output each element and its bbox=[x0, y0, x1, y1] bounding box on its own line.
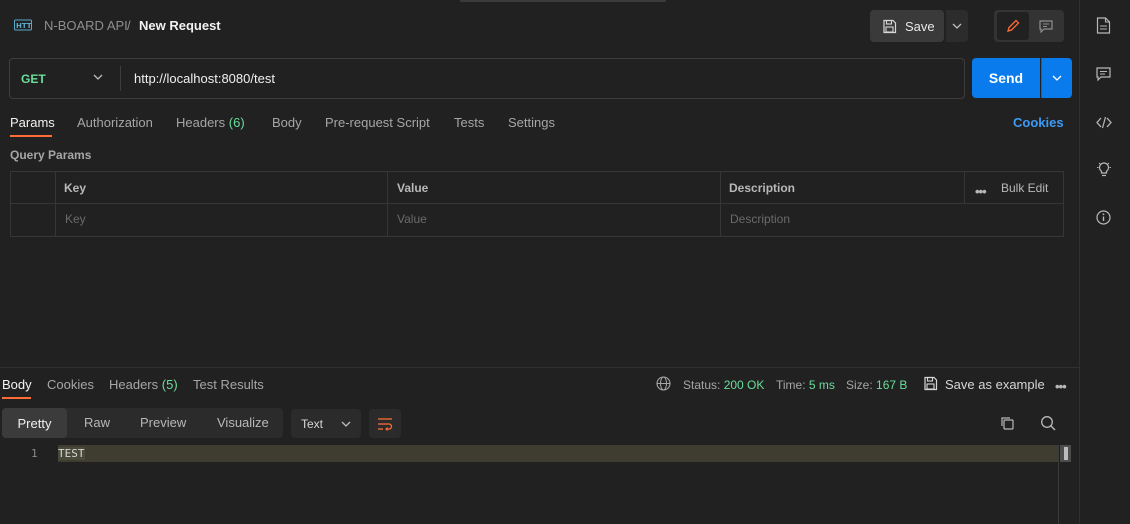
table-column-divider bbox=[55, 171, 56, 237]
size-info[interactable]: Size: 167 B bbox=[846, 378, 907, 392]
headers-count: (6) bbox=[228, 115, 245, 130]
size-label: Size: bbox=[846, 378, 873, 392]
breadcrumb-collection[interactable]: N-BOARD API bbox=[44, 18, 128, 33]
size-value: 167 B bbox=[876, 378, 908, 392]
time-value: 5 ms bbox=[808, 378, 835, 392]
view-raw-button[interactable]: Raw bbox=[84, 415, 110, 430]
breadcrumb-separator: / bbox=[127, 18, 131, 33]
wrap-lines-button[interactable] bbox=[369, 409, 401, 438]
chevron-down-icon[interactable] bbox=[93, 74, 103, 80]
comments-icon[interactable] bbox=[1096, 67, 1111, 81]
copy-icon[interactable] bbox=[1000, 416, 1015, 431]
response-body-text: TEST bbox=[58, 447, 85, 460]
comment-mode-button[interactable] bbox=[1030, 12, 1062, 40]
time-info[interactable]: Time: 5 ms bbox=[776, 378, 835, 392]
more-options-icon[interactable]: ••• bbox=[975, 184, 987, 199]
tab-pre-request-script[interactable]: Pre-request Script bbox=[325, 115, 430, 130]
line-number: 1 bbox=[31, 447, 38, 460]
documentation-icon[interactable] bbox=[1096, 17, 1111, 34]
save-icon bbox=[923, 376, 938, 391]
status-value: 200 OK bbox=[723, 378, 765, 392]
http-icon: HTTP bbox=[14, 17, 32, 33]
save-label: Save bbox=[905, 18, 935, 34]
code-snippet-icon[interactable] bbox=[1096, 116, 1112, 129]
send-button[interactable]: Send bbox=[972, 58, 1040, 98]
column-header-description: Description bbox=[729, 181, 796, 195]
tab-authorization[interactable]: Authorization bbox=[77, 115, 153, 130]
response-tab-headers-label: Headers bbox=[109, 377, 159, 392]
tab-headers-label: Headers bbox=[176, 115, 226, 130]
response-tab-cookies[interactable]: Cookies bbox=[47, 377, 94, 392]
chevron-down-icon bbox=[952, 23, 962, 29]
bulk-edit-button[interactable]: Bulk Edit bbox=[1001, 181, 1048, 195]
window-top-edge bbox=[460, 0, 666, 2]
query-params-heading: Query Params bbox=[10, 148, 92, 162]
pencil-icon bbox=[1007, 19, 1020, 32]
format-label: Text bbox=[301, 416, 324, 431]
search-icon[interactable] bbox=[1040, 415, 1056, 431]
response-divider[interactable] bbox=[0, 367, 1079, 368]
editor-scroll-track[interactable] bbox=[1058, 445, 1059, 524]
time-label: Time: bbox=[776, 378, 806, 392]
view-visualize-button[interactable]: Visualize bbox=[217, 415, 269, 430]
more-options-icon[interactable]: ••• bbox=[1055, 379, 1067, 394]
value-input[interactable]: Value bbox=[397, 212, 427, 226]
response-body-line[interactable]: TEST bbox=[58, 447, 85, 460]
params-table bbox=[10, 171, 1064, 237]
view-preview-button[interactable]: Preview bbox=[140, 415, 186, 430]
svg-text:HTTP: HTTP bbox=[16, 22, 32, 30]
active-tab-indicator bbox=[2, 397, 31, 399]
status-label: Status: bbox=[683, 378, 721, 392]
column-header-value: Value bbox=[397, 181, 429, 195]
response-tab-headers[interactable]: Headers (5) bbox=[109, 377, 178, 392]
edit-mode-button[interactable] bbox=[997, 12, 1029, 40]
comment-icon bbox=[1039, 19, 1053, 33]
table-column-divider bbox=[720, 171, 721, 237]
save-button[interactable]: Save bbox=[870, 10, 944, 42]
save-icon bbox=[882, 19, 897, 34]
response-tab-test-results[interactable]: Test Results bbox=[193, 377, 264, 392]
format-select[interactable]: Text bbox=[291, 409, 361, 438]
column-header-key: Key bbox=[64, 181, 87, 195]
save-as-example-button[interactable]: Save as example bbox=[945, 377, 1045, 392]
url-divider bbox=[120, 66, 121, 91]
request-title[interactable]: New Request bbox=[139, 18, 221, 33]
active-tab-indicator bbox=[10, 135, 52, 137]
tab-body[interactable]: Body bbox=[272, 115, 302, 130]
method-select[interactable]: GET bbox=[21, 72, 46, 86]
cookies-link[interactable]: Cookies bbox=[1013, 115, 1064, 130]
chevron-down-icon bbox=[1052, 75, 1062, 81]
save-options-button[interactable] bbox=[946, 10, 968, 42]
table-header-divider bbox=[10, 203, 1064, 204]
status-info[interactable]: Status: 200 OK bbox=[683, 378, 764, 392]
chevron-down-icon bbox=[341, 421, 351, 427]
param-checkbox-cell[interactable] bbox=[14, 207, 52, 233]
table-column-divider bbox=[964, 171, 965, 203]
globe-icon[interactable] bbox=[656, 376, 671, 391]
view-pretty-button[interactable]: Pretty bbox=[2, 408, 67, 438]
tab-params[interactable]: Params bbox=[10, 115, 55, 130]
key-input[interactable]: Key bbox=[65, 212, 86, 226]
info-icon[interactable] bbox=[1096, 210, 1111, 225]
url-input[interactable]: http://localhost:8080/test bbox=[134, 71, 275, 86]
highlighted-line bbox=[58, 445, 1058, 462]
response-tab-body[interactable]: Body bbox=[2, 377, 32, 392]
description-input[interactable]: Description bbox=[730, 212, 790, 226]
send-options-button[interactable] bbox=[1041, 58, 1072, 98]
wrap-icon bbox=[378, 417, 393, 431]
tab-settings[interactable]: Settings bbox=[508, 115, 555, 130]
tab-headers[interactable]: Headers (6) bbox=[176, 115, 245, 130]
lightbulb-icon[interactable] bbox=[1096, 161, 1112, 178]
response-headers-count: (5) bbox=[161, 377, 178, 392]
scrollbar-marker bbox=[1064, 447, 1068, 460]
tab-tests[interactable]: Tests bbox=[454, 115, 484, 130]
table-column-divider bbox=[387, 171, 388, 237]
